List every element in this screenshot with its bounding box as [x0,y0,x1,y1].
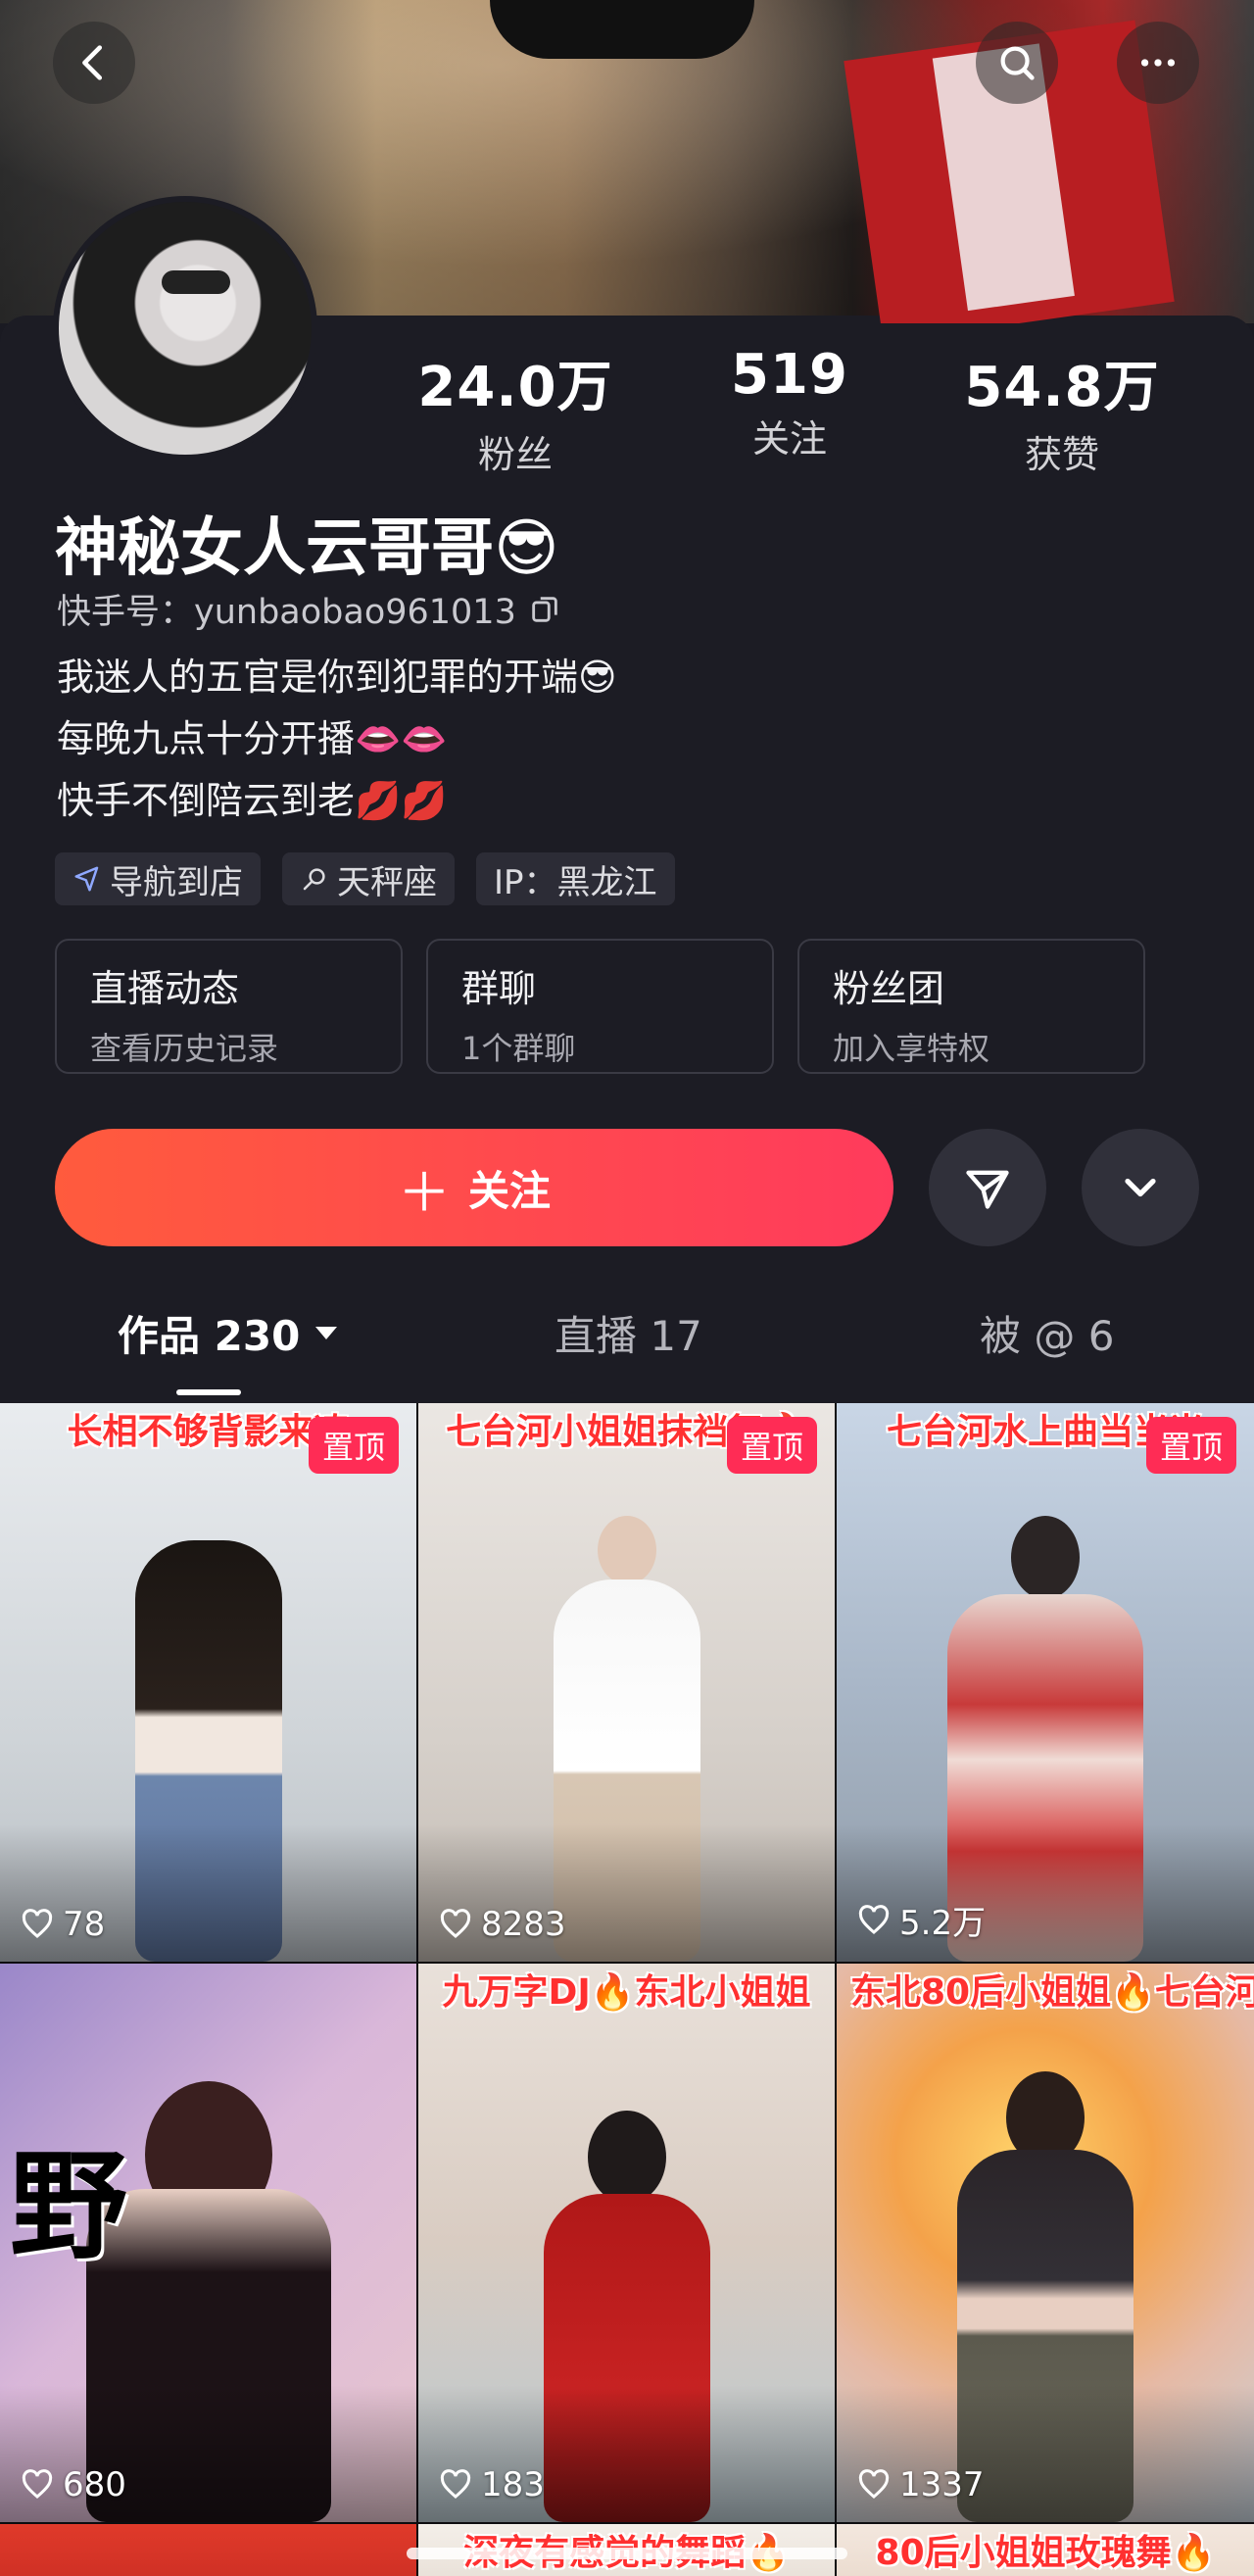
tab-live[interactable]: 直播 17 [555,1303,702,1363]
like-count: 8283 [438,1905,566,1944]
video-thumbnail[interactable]: 野 680 [0,1964,416,2522]
home-indicator [407,2548,847,2559]
like-count: 680 [20,2465,126,2504]
stat-following[interactable]: 519 关注 [682,343,897,462]
card-title: 直播动态 [90,967,240,1010]
tag-label: 天秤座 [337,862,437,902]
back-button[interactable] [53,22,135,104]
card-title: 群聊 [461,967,537,1010]
stat-likes[interactable]: 54.8万 获赞 [954,343,1170,478]
profile-name: 神秘女人云哥哥😎 [55,512,559,585]
bio-line: 我迷人的五官是你到犯罪的开端😎 [57,656,617,699]
video-thumbnail[interactable]: 东北80后小姐姐🔥七台河 1337 [837,1964,1254,2522]
video-caption: 九万字DJ🔥东北小姐姐 [442,1972,811,2013]
stat-fans[interactable]: 24.0万 粉丝 [408,343,623,478]
video-thumbnail[interactable]: 七台河水上曲当当当 置顶 5.2万 [837,1403,1254,1962]
tag-ip: IP：黑龙江 [476,852,675,905]
profile-tags: 导航到店 天秤座 IP：黑龙江 [55,852,675,905]
card-live-history[interactable]: 直播动态 查看历史记录 [55,939,403,1074]
search-icon [1000,46,1035,80]
like-count-value: 1337 [899,2465,985,2504]
stat-label: 粉丝 [477,433,553,476]
navigation-icon [74,866,99,892]
expand-button[interactable] [1082,1129,1199,1246]
tag-constellation[interactable]: 天秤座 [282,852,455,905]
search-button[interactable] [976,22,1058,104]
stat-value: 24.0万 [417,356,613,419]
content-tabs: 作品 230 直播 17 被 @ 6 [0,1303,1254,1401]
message-button[interactable] [929,1129,1046,1246]
like-count: 5.2万 [856,1896,986,1944]
follow-button[interactable]: ＋ 关注 [55,1129,893,1246]
tag-label: 导航到店 [110,862,243,902]
caret-down-icon [315,1327,338,1339]
card-fan-club[interactable]: 粉丝团 加入享特权 [797,939,1145,1074]
bio-line: 每晚九点十分开播👄👄 [57,717,448,760]
banner-photo-detail [490,0,754,59]
like-count-value: 5.2万 [899,1904,987,1943]
kuaishou-id-text: 快手号：yunbaobao961013 [57,593,516,632]
pinned-badge: 置顶 [1145,1417,1236,1474]
chevron-left-icon [82,45,103,80]
stat-value: 54.8万 [964,356,1160,419]
tab-label: 直播 17 [555,1312,702,1360]
stat-value: 519 [731,343,848,407]
tab-works[interactable]: 作品 230 [118,1303,338,1363]
more-button[interactable] [1117,22,1199,104]
like-count: 1337 [856,2465,985,2504]
send-icon [966,1170,1009,1209]
like-count-value: 680 [63,2465,126,2504]
heart-icon [22,2469,53,2499]
avatar[interactable] [53,196,317,461]
constellation-icon [303,868,325,891]
card-group-chat[interactable]: 群聊 1个群聊 [426,939,774,1074]
tab-mentions[interactable]: 被 @ 6 [980,1303,1114,1363]
profile-cards: 直播动态 查看历史记录 群聊 1个群聊 粉丝团 加入享特权 [55,939,1145,1074]
tag-label: IP：黑龙江 [494,862,657,902]
pinned-badge: 置顶 [726,1417,817,1474]
heart-icon [858,2469,890,2499]
video-thumbnail[interactable]: 七台河小姐姐抹裆舞🔥 置顶 8283 [418,1403,835,1962]
profile-bio: 我迷人的五官是你到犯罪的开端😎 每晚九点十分开播👄👄 快手不倒陪云到老💋💋 [57,647,617,832]
video-overlay-text: 野 [10,2137,127,2275]
like-count: 78 [20,1905,105,1944]
heart-icon [858,1904,890,1934]
stat-label: 关注 [751,417,827,461]
like-count: 183 [438,2465,545,2504]
stat-label: 获赞 [1024,433,1099,476]
tab-label: 作品 230 [118,1312,301,1360]
card-title: 粉丝团 [833,967,945,1010]
heart-icon [22,1909,53,1938]
card-subtitle: 加入享特权 [833,1030,990,1067]
video-thumbnail[interactable] [0,2524,416,2576]
video-caption: 80后小姐姐玫瑰舞🔥 [875,2533,1216,2573]
video-thumbnail[interactable]: 80后小姐姐玫瑰舞🔥 [837,2524,1254,2576]
video-grid: 长相不够背影来凑 置顶 78 七台河小姐姐抹裆舞🔥 置顶 8283 七台河水上曲… [0,1403,1254,2576]
like-count-value: 8283 [481,1905,566,1944]
card-subtitle: 1个群聊 [461,1030,576,1067]
more-icon [1140,59,1176,67]
heart-icon [440,1909,471,1938]
tag-navigation[interactable]: 导航到店 [55,852,261,905]
video-caption: 东北80后小姐姐🔥七台河 [850,1972,1254,2013]
copy-icon[interactable] [528,593,561,626]
bio-line: 快手不倒陪云到老💋💋 [57,779,448,822]
tab-label: 被 @ 6 [980,1312,1115,1360]
card-subtitle: 查看历史记录 [90,1030,279,1067]
like-count-value: 78 [63,1905,106,1944]
follow-label: 关注 [467,1166,551,1215]
pinned-badge: 置顶 [308,1417,399,1474]
plus-icon: ＋ [397,1161,451,1224]
heart-icon [440,2469,471,2499]
kuaishou-id: 快手号：yunbaobao961013 [57,584,561,634]
chevron-down-icon [1125,1178,1156,1197]
video-thumbnail[interactable]: 长相不够背影来凑 置顶 78 [0,1403,416,1962]
like-count-value: 183 [481,2465,545,2504]
active-tab-indicator [176,1389,241,1395]
video-thumbnail[interactable]: 九万字DJ🔥东北小姐姐 183 [418,1964,835,2522]
